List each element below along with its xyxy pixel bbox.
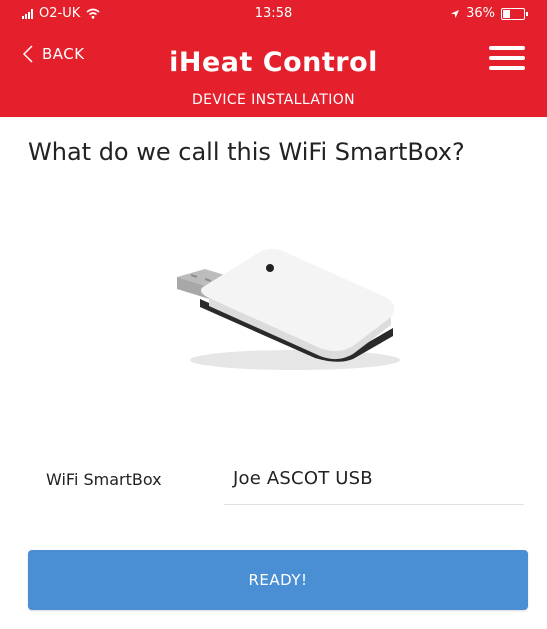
app-header: O2-UK 13:58 36% BACK iHeat Control DEVIC… — [0, 0, 547, 117]
status-right: 36% — [450, 6, 528, 21]
question-heading: What do we call this WiFi SmartBox? — [28, 138, 465, 166]
smartbox-name-label: WiFi SmartBox — [46, 470, 162, 489]
chevron-left-icon — [22, 45, 33, 63]
smartbox-name-field: WiFi SmartBox Joe ASCOT USB — [46, 458, 526, 508]
battery-icon — [501, 7, 528, 20]
hamburger-menu-icon[interactable] — [489, 44, 525, 72]
smartbox-device-image — [177, 248, 400, 370]
ready-button[interactable]: READY! — [28, 550, 528, 610]
battery-percent: 36% — [466, 6, 495, 21]
back-button[interactable]: BACK — [22, 44, 85, 64]
nav-bar: BACK iHeat Control — [0, 32, 547, 92]
smartbox-name-input[interactable]: Joe ASCOT USB — [233, 468, 523, 494]
input-underline — [224, 504, 524, 505]
location-arrow-icon — [451, 9, 460, 18]
page-subtitle: DEVICE INSTALLATION — [191, 92, 356, 108]
back-label: BACK — [42, 45, 85, 63]
status-bar: O2-UK 13:58 36% — [0, 0, 547, 26]
